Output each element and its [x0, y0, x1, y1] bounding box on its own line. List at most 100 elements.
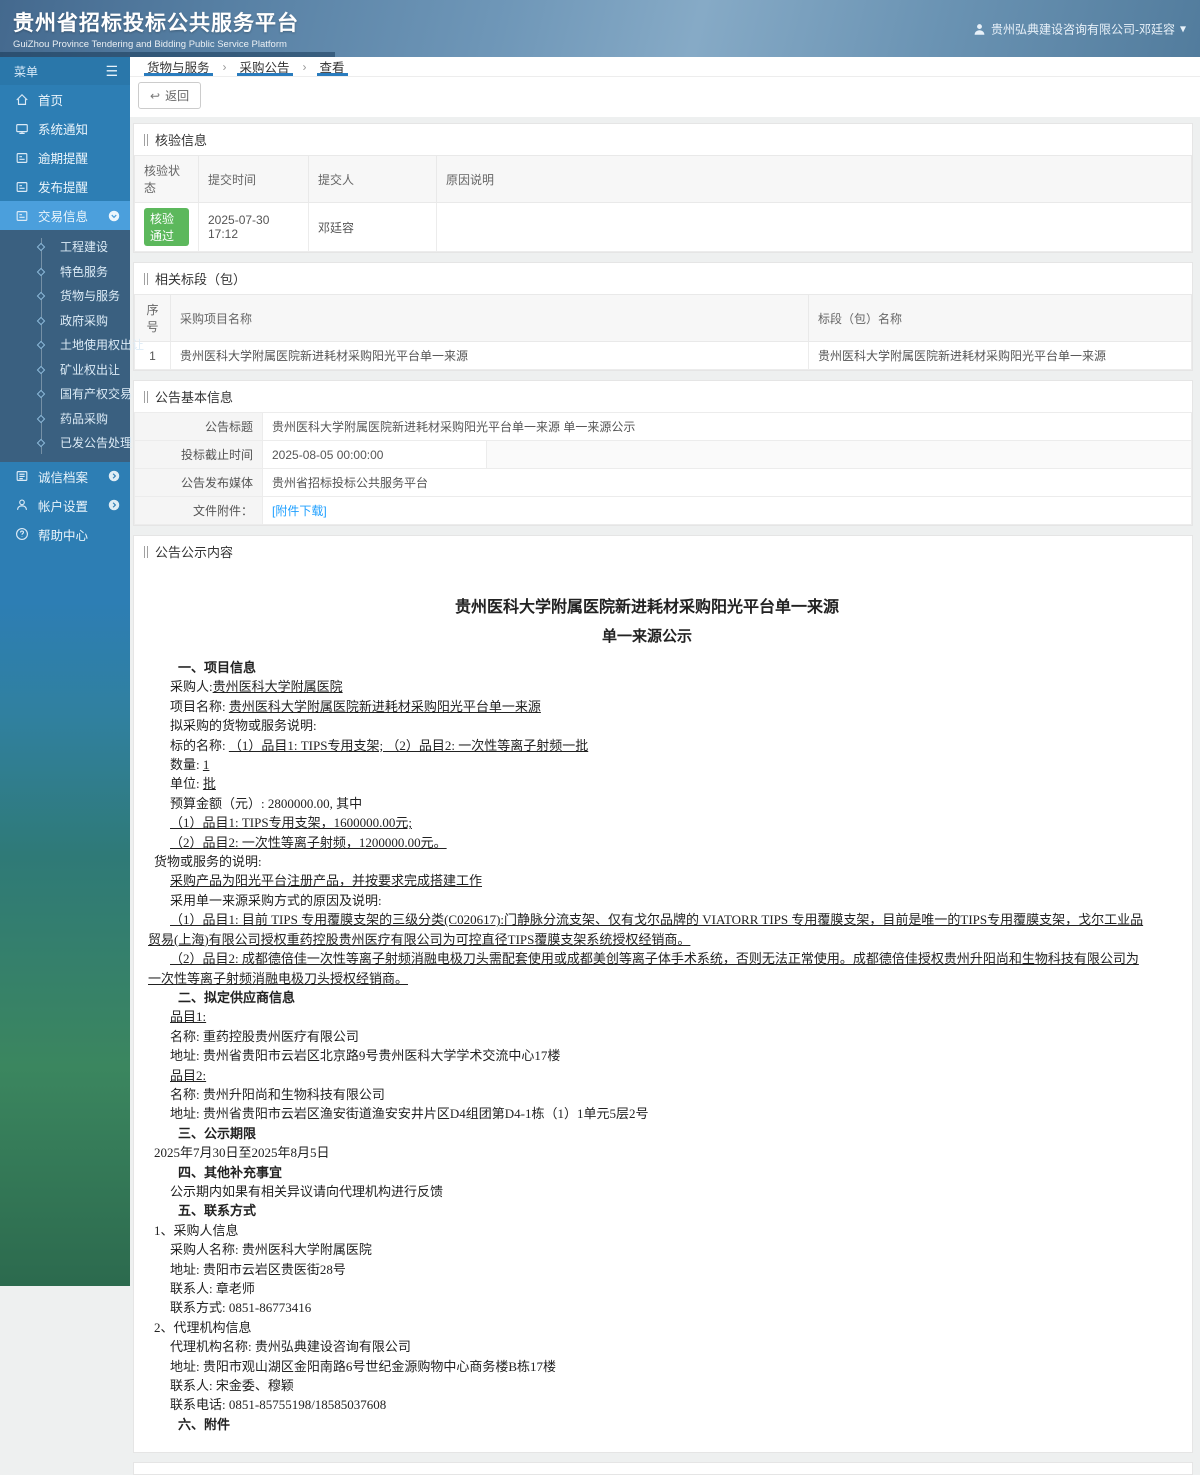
section-title: 公告基本信息: [155, 390, 234, 405]
doc-heading: 三、公示期限: [178, 1125, 257, 1141]
document-icon: [16, 181, 28, 192]
breadcrumb: 货物与服务 › 采购公告 › 查看: [130, 57, 1200, 77]
doc-line: 2、代理机构信息: [154, 1319, 252, 1335]
sidebar-item-overdue-reminder[interactable]: 逾期提醒: [0, 143, 130, 172]
user-name: 贵州弘典建设咨询有限公司-邓廷容: [990, 22, 1175, 36]
app-header: 贵州省招标投标公共服务平台 GuiZhou Province Tendering…: [0, 0, 1200, 57]
notice-content-panel: 公告公示内容 贵州医科大学附属医院新进耗材采购阳光平台单一来源 单一来源公示 一…: [133, 535, 1193, 1454]
lot-name-cell: 贵州医科大学附属医院新进耗材采购阳光平台单一来源: [808, 341, 1192, 370]
section-title: 相关标段（包）: [155, 272, 247, 287]
doc-line: 公示期内如果有相关异议请向代理机构进行反馈: [170, 1183, 444, 1199]
doc-heading: 二、拟定供应商信息: [178, 989, 296, 1005]
verify-panel-header: 核验信息: [134, 124, 1192, 155]
sidebar-item-gov-procurement[interactable]: 政府采购: [0, 309, 130, 334]
doc-line: （1）品目1: TIPS专用支架，1600000.00元;: [170, 815, 412, 831]
doc-line: 联系人: 章老师: [170, 1281, 255, 1296]
submitter-cell: 邓廷容: [308, 202, 437, 252]
publish-media-value: 贵州省招标投标公共服务平台: [262, 468, 1192, 497]
doc-paragraph: （1）品目1: 目前 TIPS 专用覆膜支架的三级分类(C020617):门静脉…: [148, 912, 1144, 947]
table-row: 文件附件： [附件下载]: [134, 496, 1192, 525]
sidebar-item-published-notices[interactable]: 已发公告处理: [0, 431, 132, 456]
doc-line: 采购产品为阳光平台注册产品，并按要求完成搭建工作: [170, 873, 483, 889]
sidebar-item-goods-services[interactable]: 货物与服务: [0, 284, 130, 309]
app-title: 贵州省招标投标公共服务平台: [13, 12, 299, 35]
sidebar-item-engineering[interactable]: 工程建设: [0, 235, 130, 260]
doc-line: 项目名称: 贵州医科大学附属医院新进耗材采购阳光平台单一来源: [170, 698, 541, 714]
attachment-download-link[interactable]: [附件下载]: [272, 504, 327, 518]
reason-cell: [436, 202, 1192, 252]
menu-label: 菜单: [14, 64, 39, 79]
breadcrumb-procurement-notice[interactable]: 采购公告: [236, 57, 293, 76]
question-circle-icon: [16, 528, 28, 540]
document-icon: [16, 152, 28, 163]
section-marker-icon: [144, 390, 148, 403]
toolbar: ↩ 返回: [130, 77, 1200, 117]
chevron-right-circle-icon: [108, 470, 120, 482]
empty-cell: [486, 440, 1192, 469]
section-title: 核验信息: [155, 133, 208, 148]
table-row: 公告发布媒体 贵州省招标投标公共服务平台: [134, 468, 1192, 497]
sidebar-item-credit-archive[interactable]: 诚信档案: [0, 462, 130, 491]
caret-down-icon: ▾: [1179, 21, 1186, 36]
doc-line: 采用单一来源采购方式的原因及说明:: [170, 892, 382, 908]
section-marker-icon: [144, 545, 148, 558]
sidebar-item-trade-info[interactable]: 交易信息: [0, 201, 130, 230]
sidebar-item-label: 逾期提醒: [38, 152, 89, 166]
sidebar-item-help-center[interactable]: 帮助中心: [0, 520, 130, 549]
field-label: 公告标题: [134, 412, 263, 441]
back-button[interactable]: ↩ 返回: [138, 82, 202, 109]
doc-line: 名称: 贵州升阳尚和生物科技有限公司: [170, 1086, 385, 1102]
breadcrumb-view[interactable]: 查看: [316, 57, 348, 76]
verify-panel: 核验信息 核验状态 提交时间 提交人 原因说明 核验通过 2025-07-30 …: [133, 123, 1193, 253]
doc-line: 采购人:贵州医科大学附属医院: [170, 679, 343, 695]
col-header: 原因说明: [436, 155, 1192, 203]
table-row: 1 贵州医科大学附属医院新进耗材采购阳光平台单一来源 贵州医科大学附属医院新进耗…: [134, 341, 1192, 370]
doc-line: 地址: 贵州省贵阳市云岩区渔安街道渔安安井片区D4组团第D4-1栋（1）1单元5…: [170, 1106, 649, 1122]
app-subtitle: GuiZhou Province Tendering and Bidding P…: [13, 39, 287, 50]
sidebar-item-state-property[interactable]: 国有产权交易: [0, 382, 132, 407]
doc-line: 2025年7月30日至2025年8月5日: [154, 1145, 330, 1161]
doc-line: 品目1:: [170, 1009, 207, 1025]
doc-line: 名称: 重药控股贵州医疗有限公司: [170, 1028, 359, 1044]
field-label: 文件附件：: [134, 496, 263, 525]
basic-info-panel: 公告基本信息 公告标题 贵州医科大学附属医院新进耗材采购阳光平台单一来源 单一来…: [133, 380, 1193, 526]
sidebar-item-publish-reminder[interactable]: 发布提醒: [0, 172, 130, 201]
sidebar-item-label: 帐户设置: [38, 499, 89, 514]
sidebar-item-drug-procurement[interactable]: 药品采购: [0, 407, 130, 432]
hamburger-icon[interactable]: ☰: [105, 63, 118, 80]
sidebar-item-special-services[interactable]: 特色服务: [0, 260, 130, 285]
verify-status-cell: 核验通过: [134, 202, 199, 252]
user-menu[interactable]: 贵州弘典建设咨询有限公司-邓廷容 ▾: [973, 20, 1186, 37]
trade-submenu: 工程建设 特色服务 货物与服务 政府采购 土地使用权出让 矿业权出让 国有产权交…: [0, 230, 144, 462]
sidebar-item-label: 诚信档案: [38, 470, 89, 485]
chevron-down-circle-icon: [108, 210, 120, 221]
section-marker-icon: [144, 133, 148, 146]
doc-line: 拟采购的货物或服务说明:: [170, 718, 317, 734]
sidebar-item-mining-rights[interactable]: 矿业权出让: [0, 358, 130, 383]
sidebar-item-label: 发布提醒: [38, 181, 89, 195]
breadcrumb-goods-services[interactable]: 货物与服务: [144, 57, 213, 76]
sidebar-item-notifications[interactable]: 系统通知: [0, 114, 130, 143]
sidebar-item-account-settings[interactable]: 帐户设置: [0, 491, 130, 520]
basic-info-panel-header: 公告基本信息: [134, 381, 1192, 412]
sidebar: 菜单 ☰ 首页 系统通知 逾期提醒 发布提醒 交易信息 工程建设 特色服务 货物…: [0, 57, 144, 1286]
user-icon: [974, 23, 985, 35]
sidebar-item-land-use[interactable]: 土地使用权出让: [0, 333, 144, 358]
document-subtitle: 单一来源公示: [601, 629, 692, 645]
breadcrumb-separator: ›: [222, 59, 227, 74]
notice-title-value: 贵州医科大学附属医院新进耗材采购阳光平台单一来源 单一来源公示: [262, 412, 1192, 441]
doc-line: 品目2:: [170, 1067, 207, 1083]
sidebar-item-label: 交易信息: [38, 210, 89, 224]
doc-line: 联系方式: 0851-86773416: [170, 1300, 312, 1316]
sidebar-item-home[interactable]: 首页: [0, 85, 130, 114]
back-icon: ↩: [150, 88, 161, 103]
doc-line: 1、采购人信息: [154, 1222, 239, 1238]
brand: 贵州省招标投标公共服务平台 GuiZhou Province Tendering…: [13, 7, 299, 50]
monitor-icon: [16, 123, 28, 134]
doc-heading: 六、附件: [178, 1416, 231, 1432]
main-area: 货物与服务 › 采购公告 › 查看 ↩ 返回 核验信息 核验状态 提交时间 提交…: [130, 57, 1200, 1475]
project-name-cell: 贵州医科大学附属医院新进耗材采购阳光平台单一来源: [170, 341, 809, 370]
doc-line: 标的名称: （1）品目1: TIPS专用支架; （2）品目2: 一次性等离子射频…: [170, 737, 589, 753]
field-label: 投标截止时间: [134, 440, 263, 469]
sidebar-item-label: 帮助中心: [38, 528, 89, 543]
